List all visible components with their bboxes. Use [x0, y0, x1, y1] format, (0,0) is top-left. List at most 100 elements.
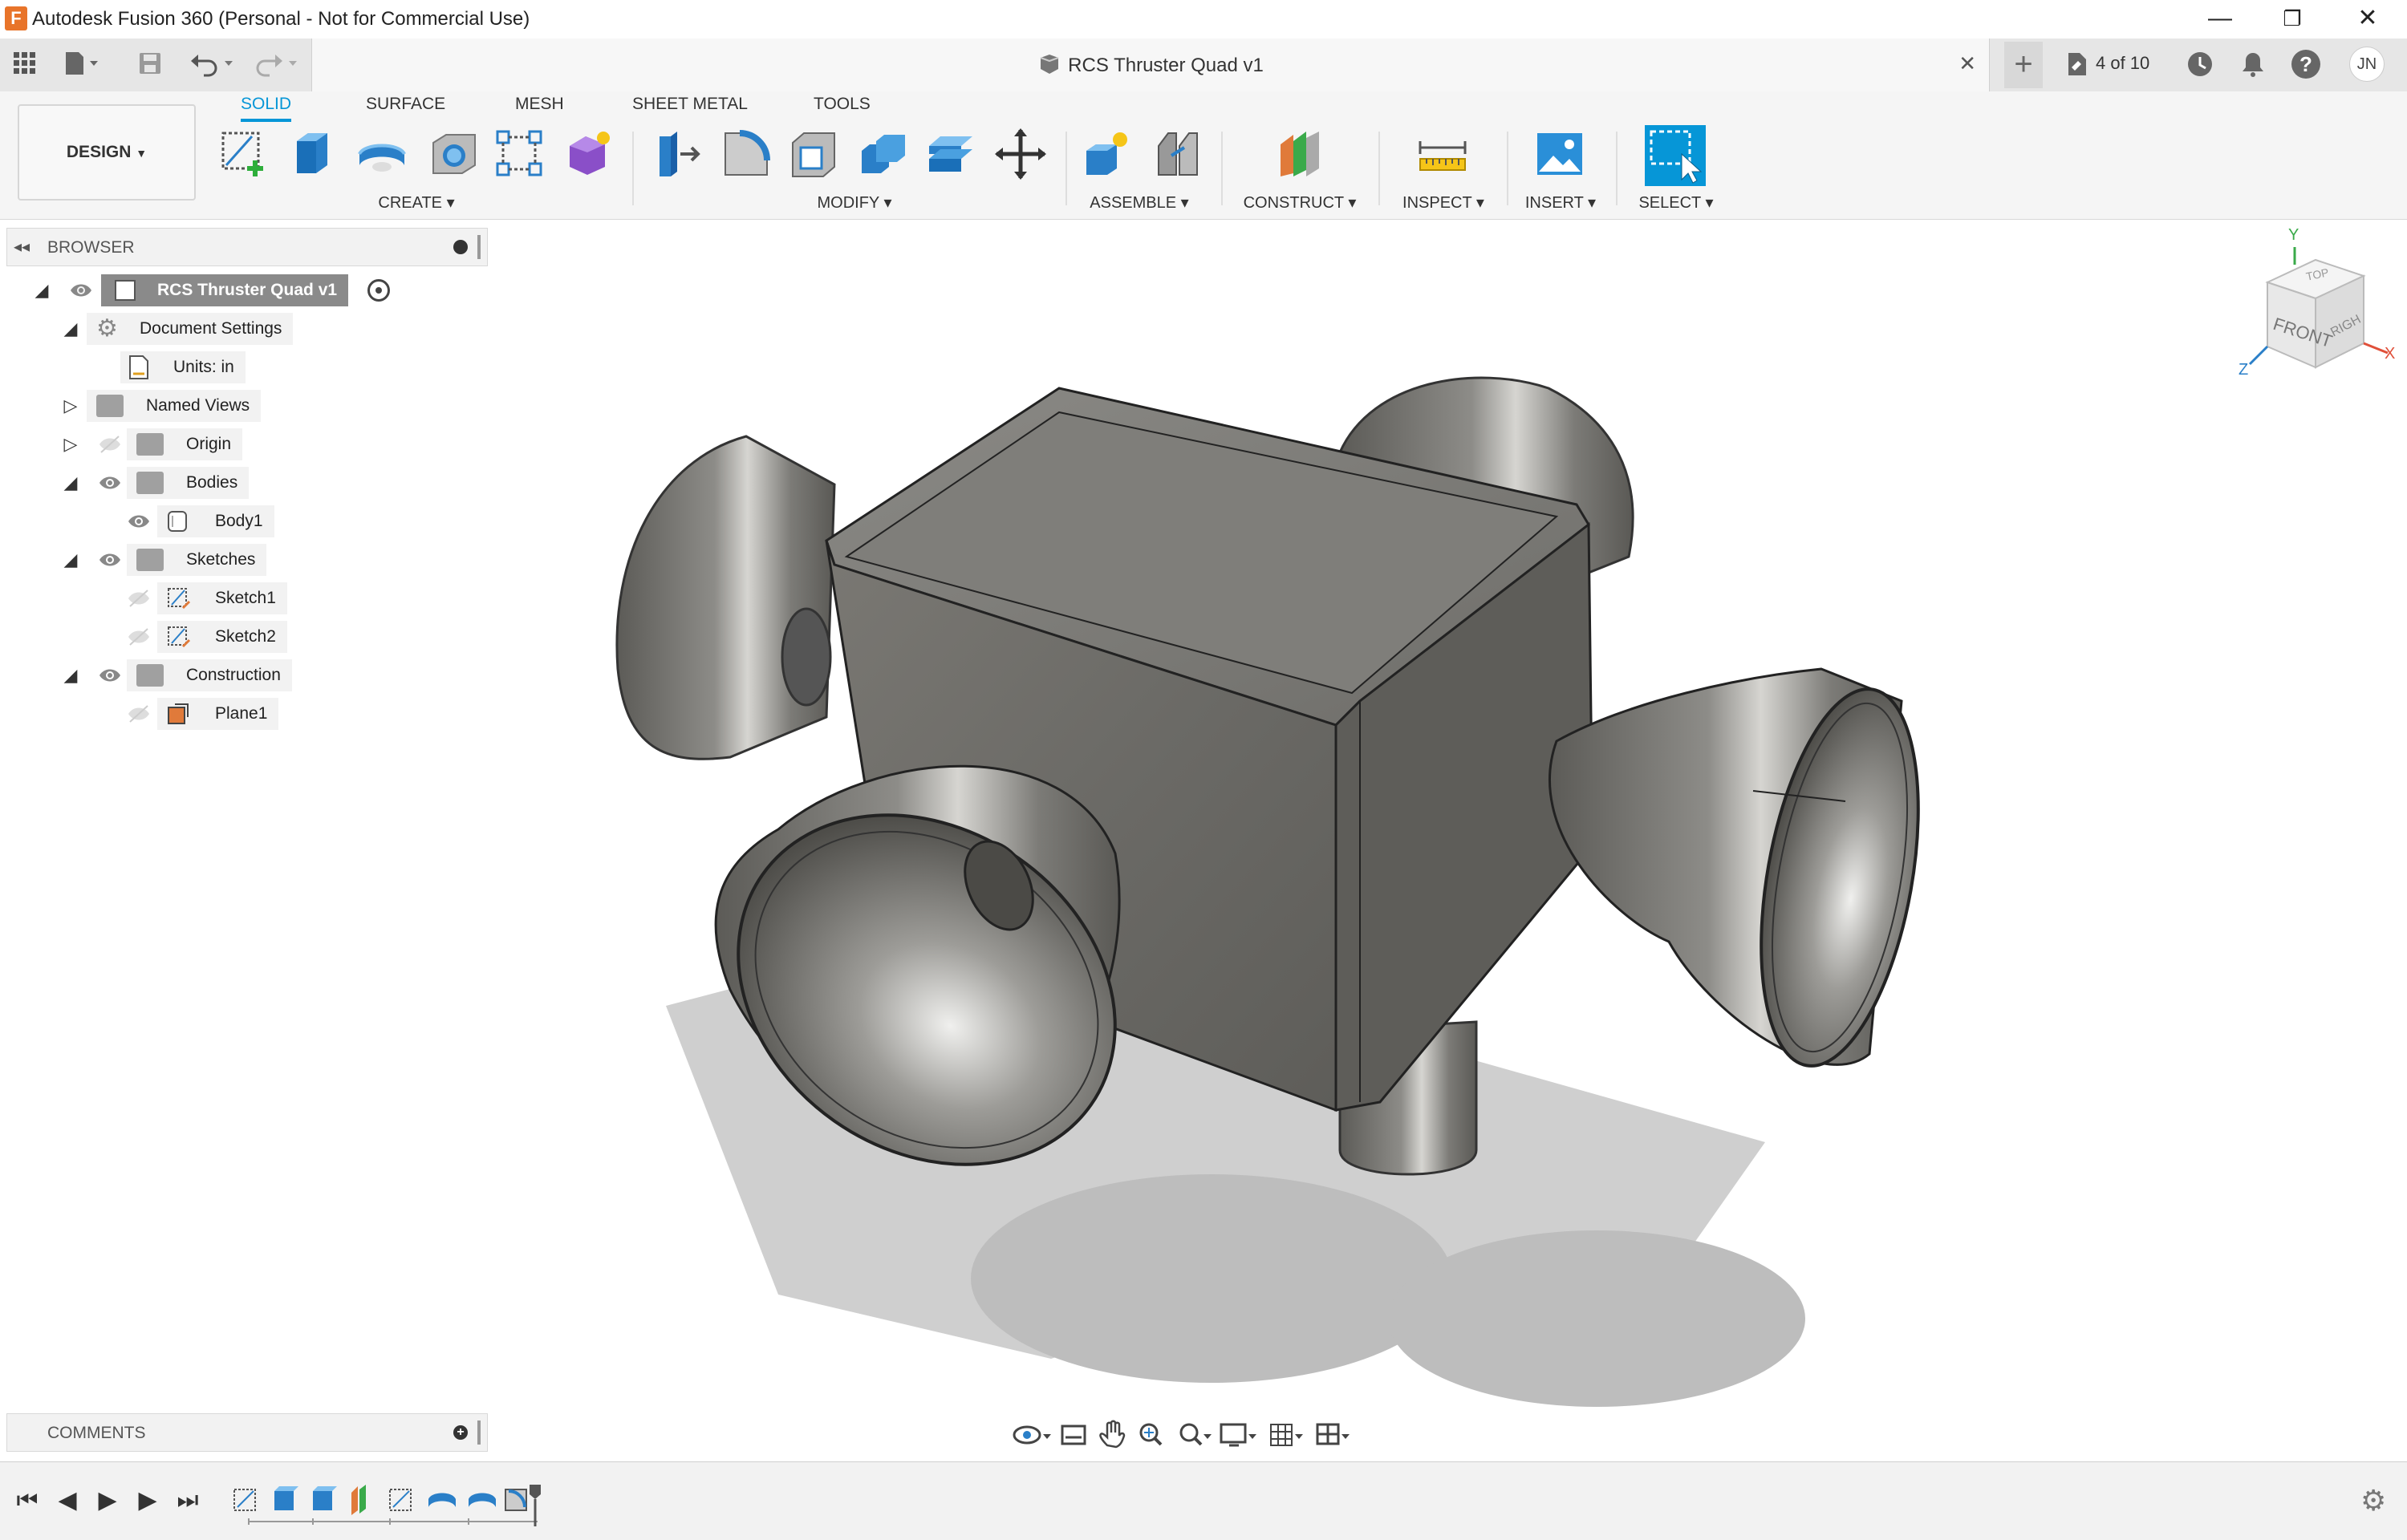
hidden-eye-icon[interactable] [98, 435, 122, 454]
browser-minimize-icon[interactable] [453, 240, 468, 254]
expand-triangle-icon[interactable]: ▷ [59, 433, 82, 456]
rcs-thruster-model[interactable] [489, 220, 2407, 1455]
timeline-settings-gear-icon[interactable]: ⚙ [2360, 1486, 2386, 1515]
tree-row-sketch1[interactable]: Sketch1 [0, 582, 489, 614]
help-icon[interactable]: ? [2291, 50, 2320, 79]
document-tab[interactable]: RCS Thruster Quad v1 ✕ [311, 38, 1990, 91]
create-group-label[interactable]: CREATE ▾ [364, 192, 469, 213]
job-status-count[interactable]: 4 of 10 [2096, 53, 2149, 74]
tree-row-origin[interactable]: ▷ Origin [0, 428, 489, 460]
new-component-icon[interactable] [1080, 127, 1134, 181]
insert-group-label[interactable]: INSERT ▾ [1516, 192, 1605, 213]
measure-icon[interactable] [1415, 127, 1470, 181]
collapse-browser-icon[interactable]: ◂◂ [14, 237, 30, 257]
tree-row-construction[interactable]: ◢ Construction [0, 659, 489, 691]
tab-solid[interactable]: SOLID [241, 95, 292, 122]
fillet-icon[interactable] [717, 127, 772, 181]
shell-icon[interactable] [786, 127, 841, 181]
modify-group-label[interactable]: MODIFY ▾ [802, 192, 907, 213]
folder-icon [136, 664, 164, 687]
hidden-eye-icon[interactable] [127, 627, 151, 646]
maximize-button[interactable]: ❐ [2256, 0, 2328, 38]
new-tab-button[interactable]: + [2004, 42, 2043, 88]
insert-image-icon[interactable] [1532, 127, 1587, 181]
hole-icon[interactable] [427, 127, 481, 181]
press-pull-icon[interactable] [648, 127, 703, 181]
pattern-icon[interactable] [493, 127, 547, 181]
folder-icon [96, 395, 124, 417]
3d-viewport[interactable]: TOP FRONT RIGHT Y X Z [489, 220, 2407, 1455]
hidden-eye-icon[interactable] [127, 704, 151, 723]
workspace-switcher-button[interactable]: DESIGN ▼ [18, 104, 196, 201]
collapse-triangle-icon[interactable]: ◢ [59, 318, 82, 340]
offset-plane-icon[interactable] [1273, 127, 1327, 181]
joint-icon[interactable] [1151, 127, 1205, 181]
gear-icon: ⚙ [96, 315, 118, 342]
go-to-start-icon[interactable]: ⏮ [13, 1486, 42, 1515]
visibility-eye-icon[interactable] [98, 666, 122, 685]
notifications-bell-icon[interactable] [2239, 50, 2267, 79]
add-comment-icon[interactable]: + [453, 1425, 468, 1440]
collapse-triangle-icon[interactable]: ◢ [59, 472, 82, 494]
toolbar-separator [1221, 132, 1223, 205]
select-tool-icon[interactable] [1645, 125, 1706, 186]
create-sketch-icon[interactable] [217, 127, 271, 181]
visibility-eye-icon[interactable] [98, 473, 122, 492]
user-avatar[interactable]: JN [2349, 47, 2385, 82]
close-tab-button[interactable]: ✕ [1958, 51, 1976, 76]
select-group-label[interactable]: SELECT ▾ [1629, 192, 1723, 213]
tree-row-document-settings[interactable]: ◢ Document Settings ⚙ [0, 313, 489, 345]
construct-group-label[interactable]: CONSTRUCT ▾ [1236, 192, 1364, 213]
visibility-eye-icon[interactable] [127, 512, 151, 531]
tree-row-root[interactable]: ◢ RCS Thruster Quad v1 [0, 274, 489, 306]
tree-row-sketches[interactable]: ◢ Sketches [0, 544, 489, 576]
nozzle-right[interactable] [1549, 667, 1943, 1078]
redo-icon[interactable] [254, 50, 302, 77]
nozzle-back-left[interactable] [615, 435, 836, 760]
tab-sheet-metal[interactable]: SHEET METAL [632, 95, 748, 114]
browser-resize-handle[interactable] [477, 235, 481, 259]
timeline-features[interactable] [233, 1481, 554, 1530]
assemble-group-label[interactable]: ASSEMBLE ▾ [1083, 192, 1195, 213]
tree-row-body1[interactable]: Body1 [0, 505, 489, 537]
collapse-triangle-icon[interactable]: ◢ [59, 664, 82, 687]
offset-face-icon[interactable] [923, 127, 977, 181]
close-window-button[interactable]: ✕ [2332, 0, 2404, 38]
step-back-icon[interactable]: ◀ [53, 1486, 82, 1515]
create-form-icon[interactable] [562, 127, 616, 181]
move-copy-icon[interactable] [993, 127, 1048, 181]
tree-row-bodies[interactable]: ◢ Bodies [0, 467, 489, 499]
tree-row-named-views[interactable]: ▷ Named Views [0, 390, 489, 422]
visibility-eye-icon[interactable] [69, 281, 93, 300]
folder-icon [136, 433, 164, 456]
history-clock-icon[interactable] [2186, 50, 2214, 79]
inspect-group-label[interactable]: INSPECT ▾ [1391, 192, 1496, 213]
tree-row-sketch2[interactable]: Sketch2 [0, 621, 489, 653]
hidden-eye-icon[interactable] [127, 589, 151, 608]
revolve-icon[interactable] [355, 127, 409, 181]
job-status-icon[interactable] [2064, 50, 2092, 79]
go-to-end-icon[interactable]: ⏭ [173, 1486, 202, 1515]
activate-component-icon[interactable] [367, 279, 390, 302]
collapse-triangle-icon[interactable]: ◢ [30, 279, 53, 302]
combine-icon[interactable] [855, 127, 910, 181]
tab-surface[interactable]: SURFACE [366, 95, 445, 114]
tab-tools[interactable]: TOOLS [814, 95, 871, 114]
minimize-button[interactable]: — [2184, 0, 2256, 38]
timeline-sketch-icon [233, 1489, 256, 1511]
data-panel-grid-icon[interactable] [11, 50, 39, 77]
undo-icon[interactable] [189, 50, 237, 77]
view-cube[interactable]: TOP FRONT RIGHT Y X Z [2235, 226, 2396, 401]
file-menu-icon[interactable] [63, 50, 98, 77]
save-icon[interactable] [136, 50, 164, 77]
tree-row-units[interactable]: Units: in [0, 351, 489, 383]
tree-row-plane1[interactable]: Plane1 [0, 698, 489, 730]
expand-triangle-icon[interactable]: ▷ [59, 395, 82, 417]
tab-mesh[interactable]: MESH [515, 95, 564, 114]
extrude-icon[interactable] [286, 127, 340, 181]
collapse-triangle-icon[interactable]: ◢ [59, 549, 82, 571]
play-icon[interactable]: ▶ [93, 1486, 122, 1515]
step-forward-icon[interactable]: ▶ [133, 1486, 162, 1515]
visibility-eye-icon[interactable] [98, 550, 122, 569]
comments-resize-handle[interactable] [477, 1420, 481, 1445]
